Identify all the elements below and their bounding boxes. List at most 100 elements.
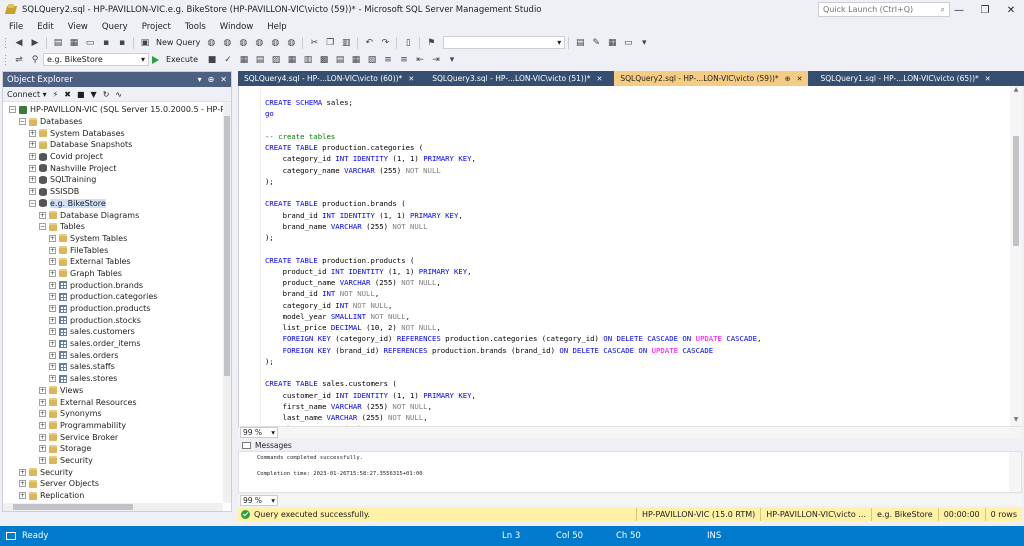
cut-icon[interactable]: ✂ [308,37,320,49]
window-layout-icon[interactable]: ▭ [622,37,634,49]
close-icon[interactable]: ✕ [985,75,991,83]
tree-node[interactable]: + Service Broker [3,431,231,443]
expand-icon[interactable]: + [39,410,46,418]
expand-icon[interactable]: + [49,234,56,242]
disconnect-icon[interactable]: ✖ [64,90,71,99]
increase-indent-icon[interactable]: ⇥ [430,54,442,66]
expand-icon[interactable]: + [49,258,56,266]
close-icon[interactable]: ✕ [220,75,227,84]
object-explorer-horizontal-scrollbar[interactable] [3,503,223,511]
expand-icon[interactable]: + [49,305,56,313]
expand-icon[interactable]: + [39,386,46,394]
tree-node[interactable]: + Views [3,385,231,397]
tree-node[interactable]: + sales.customers [3,326,231,338]
messages-zoom-combo[interactable]: 99 % ▾ [240,494,278,506]
analysis-xmla-query-icon[interactable]: ◍ [253,37,265,49]
tree-node[interactable]: + Replication [3,490,231,502]
expand-icon[interactable]: + [39,433,46,441]
activity-monitor-icon[interactable]: ∿ [115,90,122,99]
tree-node[interactable]: + Covid project [3,151,231,163]
tree-node[interactable]: + production.brands [3,279,231,291]
expand-icon[interactable]: + [49,340,56,348]
expand-icon[interactable]: + [19,480,26,488]
intellisense-icon[interactable]: ▨ [270,54,282,66]
tree-node[interactable]: + External Resources [3,396,231,408]
tab-sqlquery[interactable]: SQLQuery1.sql - HP-...LON-VIC\victo (65)… [814,71,996,86]
analysis-dmx-query-icon[interactable]: ◍ [237,37,249,49]
save-icon[interactable]: ▪ [100,37,112,49]
expand-icon[interactable]: + [29,141,36,149]
expand-icon[interactable]: + [19,468,26,476]
results-to-file-icon[interactable]: ▧ [366,54,378,66]
tree-node[interactable]: + Graph Tables [3,268,231,280]
expand-icon[interactable]: + [49,316,56,324]
tree-node[interactable]: − HP-PAVILLON-VIC (SQL Server 15.0.2000.5… [3,104,231,116]
scrollbar-thumb[interactable] [13,504,133,510]
tree-node[interactable]: + sales.staffs [3,361,231,373]
tree-node[interactable]: + sales.order_items [3,338,231,350]
tree-node[interactable]: + Security [3,466,231,478]
specify-template-values-icon[interactable]: ▾ [446,54,458,66]
menu-project[interactable]: Project [135,22,178,32]
tree-node[interactable]: + Storage [3,443,231,455]
tree-node[interactable]: + External Tables [3,256,231,268]
include-actual-plan-icon[interactable]: ▦ [286,54,298,66]
menu-tools[interactable]: Tools [178,22,213,32]
analysis-dax-query-icon[interactable]: ◍ [269,37,281,49]
tree-node[interactable]: + FileTables [3,244,231,256]
tree-node[interactable]: + Server Objects [3,478,231,490]
tools-icon[interactable]: ✎ [590,37,602,49]
messages-vertical-scrollbar[interactable] [1009,452,1021,492]
undo-icon[interactable]: ↶ [363,37,375,49]
forward-icon[interactable]: ▶ [29,37,41,49]
tree-node[interactable]: + Security [3,455,231,467]
client-statistics-icon[interactable]: ▩ [318,54,330,66]
quick-launch-input[interactable]: Quick Launch (Ctrl+Q) ⌕ [818,2,950,17]
window-position-icon[interactable]: ▾ [198,75,202,84]
expand-icon[interactable]: + [49,246,56,254]
tree-node[interactable]: + Database Snapshots [3,139,231,151]
uncomment-icon[interactable]: ≡ [398,54,410,66]
tree-node[interactable]: + production.products [3,303,231,315]
menu-help[interactable]: Help [260,22,293,32]
registered-servers-icon[interactable]: ▦ [606,37,618,49]
tree-node[interactable]: + System Tables [3,233,231,245]
expand-icon[interactable]: + [49,293,56,301]
properties-icon[interactable]: ▤ [574,37,586,49]
copy-icon[interactable]: ❐ [324,37,336,49]
query-options-icon[interactable]: ◍ [285,37,297,49]
connect-icon[interactable]: ⇌ [13,54,25,66]
tree-node[interactable]: − Tables [3,221,231,233]
collapse-icon[interactable]: − [39,223,46,231]
toolbar-grip[interactable] [4,53,7,66]
expand-icon[interactable]: + [39,445,46,453]
results-to-grid-icon[interactable]: ▦ [350,54,362,66]
find-in-files-icon[interactable]: ⚑ [425,37,437,49]
sql-editor[interactable]: CREATE SCHEMA sales; go -- create tables CR… [238,86,1022,426]
new-query-icon[interactable]: ▣ [139,37,151,49]
connect-object-icon[interactable]: ⚡ [53,90,59,99]
editor-vertical-scrollbar[interactable]: ▲ ▼ [1010,86,1022,426]
expand-icon[interactable]: + [29,188,36,196]
save-all-icon[interactable]: ▪ [116,37,128,49]
collapse-icon[interactable]: − [19,118,26,126]
find-combo[interactable]: ▾ [443,36,566,49]
expand-icon[interactable]: + [49,363,56,371]
analysis-mdx-query-icon[interactable]: ◍ [221,37,233,49]
maximize-button[interactable]: ❐ [972,0,998,20]
expand-icon[interactable]: + [29,129,36,137]
back-icon[interactable]: ◀ [13,37,25,49]
scrollbar-thumb[interactable] [224,116,230,376]
database-engine-query-icon[interactable]: ◍ [205,37,217,49]
refresh-icon[interactable]: ↻ [103,90,110,99]
expand-icon[interactable]: + [39,456,46,464]
tree-node[interactable]: + production.stocks [3,314,231,326]
expand-icon[interactable]: + [49,375,56,383]
toolbar-options-icon[interactable]: ▾ [638,37,650,49]
new-project-icon[interactable]: ▤ [52,37,64,49]
tree-node[interactable]: − Databases [3,116,231,128]
change-connection-icon[interactable]: ⚲ [29,54,41,66]
query-designer-icon[interactable]: ▤ [254,54,266,66]
expand-icon[interactable]: + [19,492,26,500]
messages-tab[interactable]: Messages [238,440,1022,451]
